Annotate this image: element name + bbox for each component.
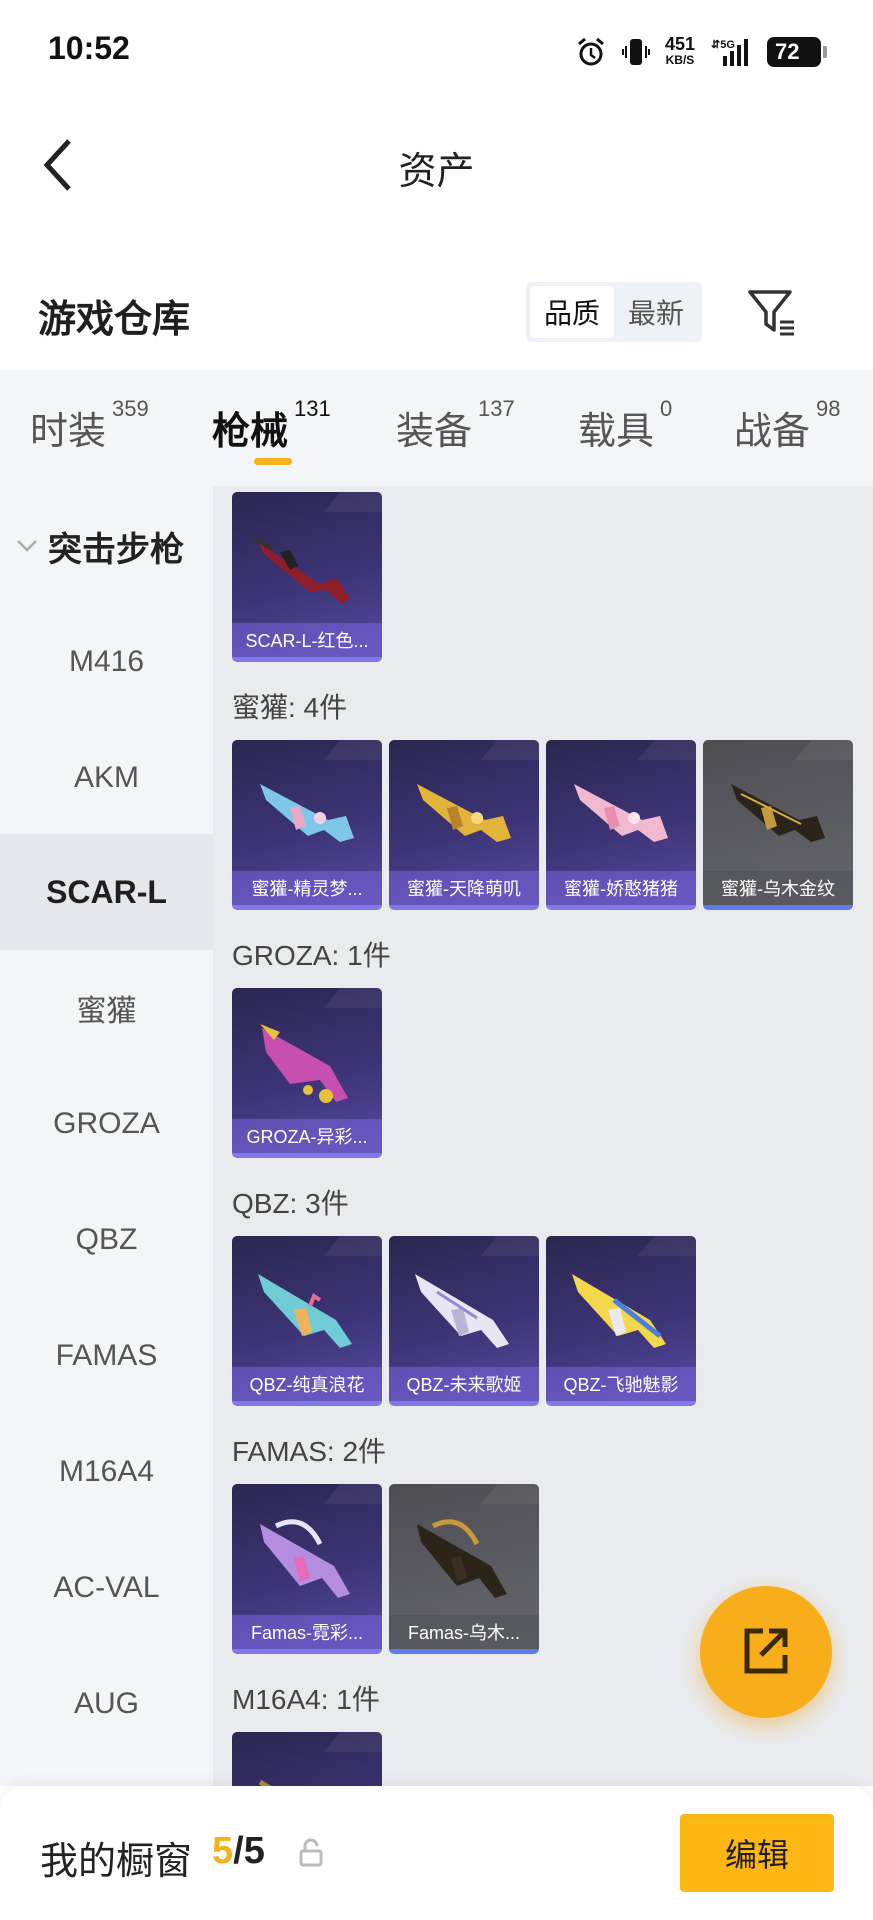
sidebar-item-qbz[interactable]: QBZ [0, 1182, 213, 1298]
group-label-honey-badger: 蜜獾: 4件 [232, 692, 348, 723]
chevron-down-icon [17, 540, 37, 552]
vibrate-icon [621, 39, 650, 65]
alarm-icon [577, 37, 604, 66]
skin-card[interactable]: QBZ-飞驰魅影 [546, 1236, 696, 1406]
svg-text:⇵5G: ⇵5G [711, 39, 735, 51]
skin-card[interactable]: 蜜獾-娇憨猪猪 [546, 740, 696, 910]
groza-skin-icon [260, 1024, 348, 1103]
skin-card[interactable]: Famas-乌木... [389, 1484, 539, 1654]
showcase-bar: 我的橱窗 5/5 编辑 [0, 1786, 873, 1920]
skin-card[interactable]: SCAR-L-红色... [232, 492, 382, 662]
sidebar-category-assault-rifle[interactable]: 突击步枪 [0, 516, 213, 576]
honey-badger-skin-icon [731, 784, 825, 842]
filter-icon [748, 290, 794, 336]
showcase-label: 我的橱窗 [40, 1841, 193, 1883]
active-tab-indicator [254, 458, 292, 465]
weapon-sidebar: 突击步枪 M416 AKM SCAR-L 蜜獾 GROZA QBZ FAMAS … [0, 486, 213, 1786]
sidebar-item-scar-l[interactable]: SCAR-L [0, 834, 213, 950]
sort-toggle: 品质 最新 [526, 282, 702, 342]
battery-indicator: 72 [767, 37, 827, 67]
lock-icon [299, 1838, 323, 1867]
tab-equipment[interactable]: 装备137 [396, 396, 515, 455]
skin-card[interactable]: GROZA-异彩... [232, 988, 382, 1158]
status-bar: 10:52 451 KB/S ⇵5G 72 [0, 0, 873, 104]
sidebar-item-groza[interactable]: GROZA [0, 1066, 213, 1182]
warehouse-title: 游戏仓库 [38, 299, 191, 341]
skin-card[interactable]: 蜜獾-精灵梦... [232, 740, 382, 910]
sidebar-item-ac-val[interactable]: AC-VAL [0, 1530, 213, 1646]
skin-card[interactable] [232, 1732, 382, 1786]
sidebar-item-m416[interactable]: M416 [0, 604, 213, 720]
external-link-icon [744, 1628, 788, 1674]
famas-skin-icon [260, 1519, 350, 1598]
signal-5g-icon: ⇵5G [711, 39, 748, 66]
net-speed: 451 KB/S [664, 34, 695, 67]
qbz-skin-icon [258, 1274, 352, 1348]
group-label-qbz: QBZ: 3件 [232, 1188, 349, 1219]
group-label-groza: GROZA: 1件 [232, 940, 391, 971]
famas-skin-icon [417, 1519, 507, 1598]
group-label-m16a4: M16A4: 1件 [232, 1684, 380, 1715]
sidebar-item-honey-badger[interactable]: 蜜獾 [0, 950, 213, 1066]
honey-badger-skin-icon [260, 784, 354, 842]
sidebar-item-famas[interactable]: FAMAS [0, 1298, 213, 1414]
sort-by-quality[interactable]: 品质 [530, 286, 614, 338]
skin-card[interactable]: 蜜獾-乌木金纹 [703, 740, 853, 910]
sidebar-item-m16a4[interactable]: M16A4 [0, 1414, 213, 1530]
category-tabs: 时装359 枪械131 装备137 载具0 战备98 [0, 370, 873, 486]
honey-badger-skin-icon [574, 784, 668, 842]
sidebar-item-aug[interactable]: AUG [0, 1646, 213, 1762]
tab-supplies[interactable]: 战备98 [734, 396, 841, 455]
group-label-famas: FAMAS: 2件 [232, 1436, 387, 1467]
skin-card[interactable]: QBZ-未来歌姬 [389, 1236, 539, 1406]
skin-card[interactable]: 蜜獾-天降萌叽 [389, 740, 539, 910]
tab-vehicles[interactable]: 载具0 [578, 396, 672, 455]
sort-by-newest[interactable]: 最新 [614, 286, 698, 338]
m16a4-skin-icon [258, 1779, 272, 1786]
qbz-skin-icon [572, 1274, 666, 1348]
app-header: 资产 [0, 104, 873, 228]
skin-card[interactable]: Famas-霓彩... [232, 1484, 382, 1654]
tab-guns[interactable]: 枪械131 [212, 396, 331, 455]
sidebar-item-akm[interactable]: AKM [0, 720, 213, 836]
edit-button[interactable]: 编辑 [680, 1814, 834, 1892]
qbz-skin-icon [415, 1274, 509, 1348]
skin-card[interactable]: QBZ-纯真浪花 [232, 1236, 382, 1406]
scar-l-skin-icon [252, 535, 350, 604]
honey-badger-skin-icon [417, 784, 511, 842]
share-fab-button[interactable] [700, 1586, 832, 1718]
page-title: 资产 [398, 151, 475, 193]
showcase-count: 5/5 [212, 1830, 265, 1872]
warehouse-row: 游戏仓库 品质 最新 [0, 270, 873, 360]
tab-fashion[interactable]: 时装359 [30, 396, 149, 455]
status-icons: 451 KB/S ⇵5G 72 [575, 30, 827, 74]
status-time: 10:52 [48, 30, 130, 66]
filter-button[interactable] [744, 284, 800, 340]
